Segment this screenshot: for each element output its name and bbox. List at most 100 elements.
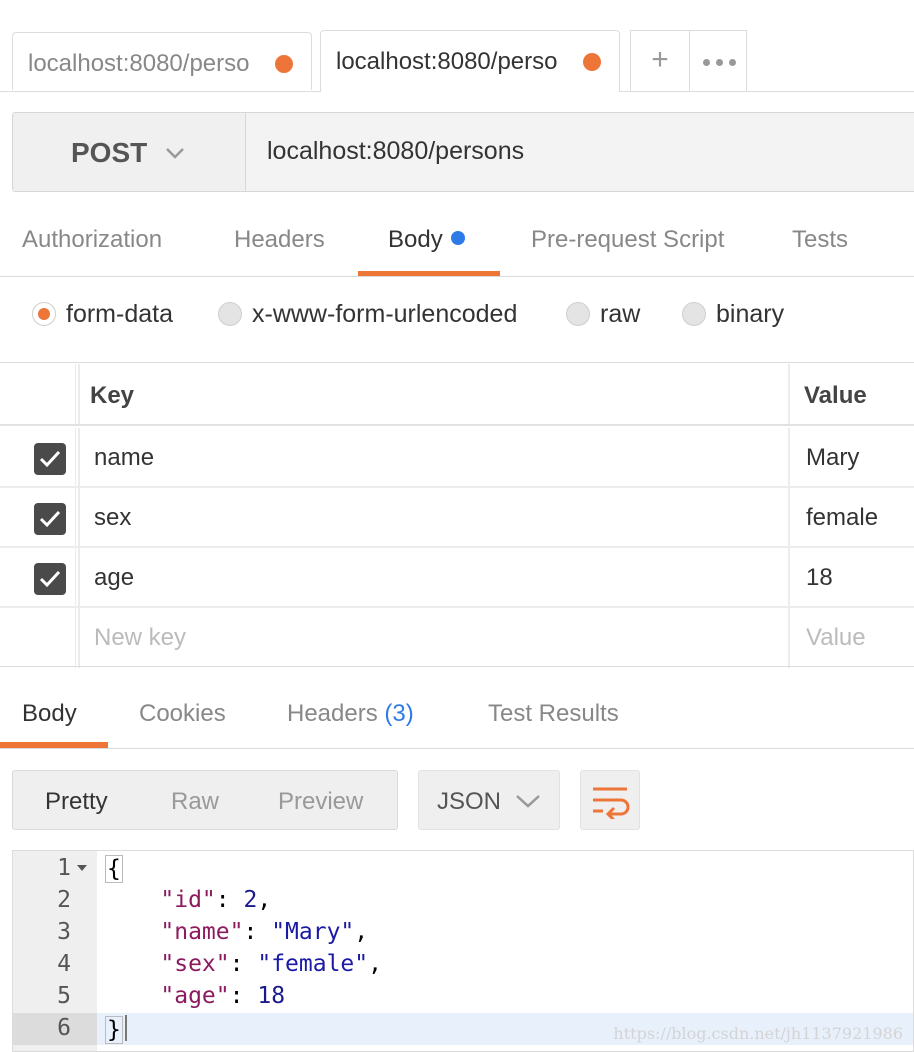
new-value-cell[interactable]: Value — [792, 608, 914, 668]
tab-body[interactable]: Body — [388, 226, 465, 254]
view-raw-button[interactable]: Raw — [171, 788, 219, 816]
check-icon — [39, 450, 61, 468]
check-cell — [0, 428, 76, 486]
tab-tests[interactable]: Tests — [792, 226, 848, 254]
value-cell[interactable]: 18 — [792, 548, 914, 606]
method-select[interactable]: POST — [13, 113, 246, 191]
view-pretty-button[interactable]: Pretty — [45, 788, 108, 816]
line-number: 2 — [57, 887, 71, 913]
tab-cookies[interactable]: Cookies — [139, 700, 226, 728]
request-tab-label: localhost:8080/persons — [336, 48, 558, 75]
format-label: JSON — [437, 788, 502, 815]
format-select[interactable]: JSON — [418, 770, 560, 830]
dot-icon — [703, 59, 710, 66]
json-number: 18 — [257, 983, 286, 1009]
table-row-new: New key Value — [0, 608, 914, 668]
request-tab-label: localhost:8080/persons — [28, 50, 250, 77]
code-text: "name": "Mary", — [160, 919, 369, 945]
table-row: sex female — [0, 488, 914, 548]
tab-response-body[interactable]: Body — [22, 700, 77, 728]
row-checkbox[interactable] — [34, 503, 66, 535]
header-value-cell: Value — [792, 364, 914, 424]
new-key-input[interactable]: New key — [94, 624, 186, 652]
code-text: { — [105, 855, 123, 883]
code-text: } — [105, 1015, 127, 1044]
check-cell — [0, 548, 76, 606]
code-line: 5 "age": 18 — [13, 981, 913, 1013]
view-preview-button[interactable]: Preview — [278, 788, 363, 816]
radio-label: raw — [600, 300, 641, 328]
line-number: 5 — [57, 983, 71, 1009]
radio-label: x-www-form-urlencoded — [252, 300, 518, 328]
tab-authorization[interactable]: Authorization — [22, 226, 162, 254]
tab-headers[interactable]: Headers — [234, 226, 325, 254]
check-cell — [0, 608, 76, 668]
request-tab[interactable]: localhost:8080/persons — [12, 32, 312, 90]
table-header: Key Value — [0, 364, 914, 426]
tab-response-headers-label: Headers — [287, 700, 378, 727]
method-label: POST — [71, 137, 148, 168]
line-number: 3 — [57, 919, 71, 945]
active-tab-indicator — [0, 742, 108, 748]
chevron-down-icon — [166, 148, 184, 159]
new-tab-button[interactable]: + — [630, 30, 690, 92]
tab-pre-request-script[interactable]: Pre-request Script — [531, 226, 724, 254]
header-check-cell — [0, 364, 76, 424]
json-comma: , — [368, 951, 382, 977]
request-tab-active[interactable]: localhost:8080/persons — [320, 30, 620, 92]
body-mode-selector: form-data x-www-form-urlencoded raw bina… — [0, 278, 914, 363]
json-number: 2 — [243, 887, 258, 913]
tab-test-results[interactable]: Test Results — [488, 700, 619, 728]
open-brace: { — [105, 855, 123, 883]
wrap-lines-button[interactable] — [580, 770, 640, 830]
check-icon — [39, 570, 61, 588]
radio-unselected-icon — [218, 302, 242, 326]
key-text: age — [94, 564, 135, 591]
key-text: name — [94, 444, 155, 471]
header-key-cell: Key — [78, 364, 790, 424]
fold-arrow-icon[interactable] — [77, 865, 87, 871]
watermark: https://blog.csdn.net/jh1137921986 — [613, 1024, 903, 1043]
url-input[interactable]: localhost:8080/persons — [267, 137, 524, 166]
dot-icon — [716, 59, 723, 66]
json-string: "female" — [257, 951, 369, 977]
active-tab-indicator — [358, 271, 500, 276]
check-cell — [0, 488, 76, 546]
wrap-lines-icon — [593, 787, 630, 819]
new-key-cell[interactable]: New key — [78, 608, 790, 668]
key-cell[interactable]: name — [78, 428, 790, 486]
response-tabs: Body Cookies Headers (3) Test Results — [0, 666, 914, 749]
tab-response-headers[interactable]: Headers (3) — [287, 700, 414, 728]
code-text: "age": 18 — [160, 983, 286, 1009]
row-checkbox[interactable] — [34, 443, 66, 475]
response-body-viewer[interactable]: 1 { 2 "id": 2, 3 "name": "Mary", 4 "sex"… — [12, 850, 914, 1052]
line-number: 4 — [57, 951, 71, 977]
request-tab-bar: localhost:8080/persons localhost:8080/pe… — [0, 0, 914, 92]
json-comma: , — [257, 887, 272, 913]
headers-count-badge: (3) — [384, 700, 414, 727]
json-key: "name" — [160, 919, 244, 945]
json-comma: , — [354, 919, 369, 945]
json-string: "Mary" — [271, 919, 355, 945]
unsaved-dot-icon — [583, 53, 601, 71]
value-cell[interactable]: female — [792, 488, 914, 546]
code-line: 1 { — [13, 853, 913, 885]
view-mode-group: Pretty Raw Preview — [12, 770, 398, 830]
key-cell[interactable]: sex — [78, 488, 790, 546]
line-number: 1 — [57, 855, 71, 881]
request-section-tabs: Authorization Headers Body Pre-request S… — [0, 210, 914, 277]
more-tabs-button[interactable] — [689, 30, 747, 92]
code-line: 4 "sex": "female", — [13, 949, 913, 981]
radio-label: binary — [716, 300, 785, 328]
new-value-input[interactable]: Value — [806, 624, 866, 652]
radio-unselected-icon — [682, 302, 706, 326]
key-cell[interactable]: age — [78, 548, 790, 606]
value-cell[interactable]: Mary — [792, 428, 914, 486]
row-checkbox[interactable] — [34, 563, 66, 595]
value-text: Mary — [806, 444, 860, 471]
text-cursor — [124, 1015, 127, 1041]
chevron-down-icon — [516, 795, 540, 808]
code-line: 2 "id": 2, — [13, 885, 913, 917]
active-dot-icon — [450, 231, 465, 245]
column-header-key: Key — [90, 382, 135, 409]
